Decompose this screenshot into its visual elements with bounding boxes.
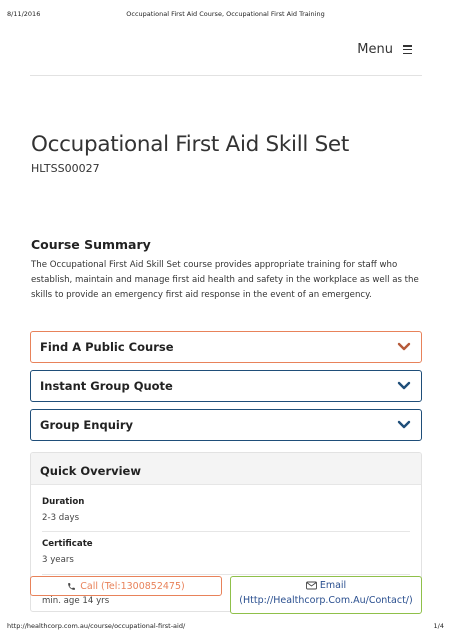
overview-divider — [42, 574, 410, 575]
email-button-label: Email — [319, 580, 347, 591]
quick-overview-header: Quick Overview — [31, 453, 421, 485]
email-button-row: Email — [231, 580, 421, 591]
overview-divider — [42, 531, 410, 532]
chevron-down-icon — [397, 342, 411, 351]
chevron-down-icon — [397, 420, 411, 429]
top-navigation-bar: Menu — [30, 40, 422, 76]
page-title: Occupational First Aid Skill Set — [31, 132, 349, 157]
overview-value: 2-3 days — [42, 513, 80, 523]
print-url: http://healthcorp.com.au/course/occupati… — [7, 622, 186, 630]
overview-item-duration: Duration 2-3 days — [42, 497, 410, 523]
accordion-label: Instant Group Quote — [40, 379, 173, 393]
menu-button[interactable]: Menu — [357, 42, 412, 57]
find-public-course-accordion[interactable]: Find A Public Course — [30, 331, 422, 363]
course-code: HLTSS00027 — [31, 162, 100, 175]
email-button[interactable]: Email (Http://Healthcorp.Com.Au/Contact/… — [230, 576, 422, 614]
overview-item-certificate: Certificate 3 years — [42, 539, 410, 565]
hamburger-icon — [403, 45, 412, 54]
call-button[interactable]: Call (Tel:1300852475) — [30, 576, 222, 596]
accordion-label: Group Enquiry — [40, 418, 134, 432]
print-header: 8/11/2016 Occupational First Aid Course,… — [7, 10, 444, 20]
print-page-number: 1/4 — [433, 622, 444, 630]
group-enquiry-accordion[interactable]: Group Enquiry — [30, 409, 422, 441]
email-link-text: (Http://Healthcorp.Com.Au/Contact/) — [239, 595, 413, 606]
phone-icon — [68, 582, 76, 590]
call-button-label: Call (Tel:1300852475) — [80, 580, 185, 592]
overview-label: Duration — [42, 497, 85, 507]
print-document-title: Occupational First Aid Course, Occupatio… — [126, 10, 325, 18]
envelope-icon — [305, 581, 317, 590]
overview-label: Certificate — [42, 539, 93, 549]
course-summary-heading: Course Summary — [31, 237, 151, 252]
quick-overview-heading: Quick Overview — [40, 464, 141, 478]
menu-label: Menu — [357, 42, 393, 57]
course-summary-text: The Occupational First Aid Skill Set cou… — [31, 260, 419, 300]
overview-value: 3 years — [42, 555, 74, 565]
chevron-down-icon — [397, 381, 411, 390]
accordion-label: Find A Public Course — [40, 340, 174, 354]
instant-group-quote-accordion[interactable]: Instant Group Quote — [30, 370, 422, 402]
print-footer: http://healthcorp.com.au/course/occupati… — [7, 622, 444, 632]
